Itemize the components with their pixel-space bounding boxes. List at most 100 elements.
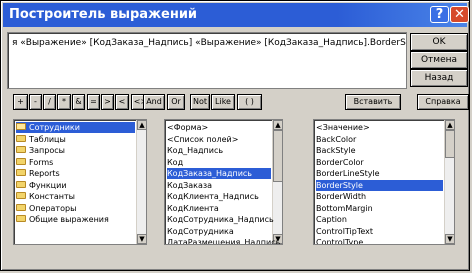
expression-builder-window: Построитель выражений ? ✕ я «Выражение» … (0, 0, 470, 271)
operator-button[interactable]: Like (211, 94, 235, 110)
folder-icon (16, 146, 26, 153)
list-item-label: КодКлиента_Надпись (167, 192, 259, 201)
list-item[interactable]: Общие выражения (16, 214, 135, 225)
list-item[interactable]: ControlTipText (316, 226, 443, 237)
scrollbar[interactable]: ▲ ▼ (136, 120, 146, 244)
list-item[interactable]: КодКлиента_Надпись (167, 191, 271, 202)
list-item-label: Общие выражения (29, 215, 109, 224)
scroll-down-icon[interactable]: ▼ (137, 234, 146, 244)
list-item-label: BorderStyle (316, 180, 363, 190)
list-item[interactable]: BackStyle (316, 145, 443, 156)
list-item-label: Запросы (29, 146, 65, 155)
list-item-label: Код (167, 157, 184, 167)
scroll-thumb[interactable] (445, 130, 454, 158)
list-item-label: BorderColor (316, 157, 364, 167)
list-item[interactable]: Caption (316, 214, 443, 225)
expression-text: я «Выражение» [КодЗаказа_Надпись] «Выраж… (12, 38, 407, 48)
folder-icon (16, 180, 26, 188)
help-button[interactable]: Справка (417, 94, 469, 110)
operator-button[interactable]: < (115, 94, 129, 110)
list-item-label: ControlTipText (316, 226, 374, 236)
list-item[interactable]: BackColor (316, 134, 443, 145)
list-item[interactable]: Таблицы (16, 134, 135, 145)
operator-button[interactable]: & (72, 94, 85, 110)
list-item[interactable]: Константы (16, 191, 135, 202)
list-item[interactable]: <Список полей> (167, 134, 271, 145)
list-item-label: Код_Надпись (167, 146, 224, 155)
list-item[interactable]: BorderLineStyle (316, 168, 443, 179)
list-item-label: КодЗаказа (167, 180, 213, 190)
list-item[interactable]: BorderStyle (316, 179, 443, 191)
list-item[interactable]: КодСотрудника (167, 226, 271, 237)
list-item[interactable]: <Значение> (316, 122, 443, 133)
list-item[interactable]: Сотрудники (16, 122, 135, 133)
list-item[interactable]: Код (167, 157, 271, 168)
back-button[interactable]: Назад (410, 69, 468, 87)
operator-button[interactable]: - (29, 94, 42, 110)
list-item-label: КодСотрудника (167, 226, 234, 236)
list-item[interactable]: КодЗаказа (167, 180, 271, 191)
list-item-label: Сотрудники (29, 123, 80, 132)
list-item[interactable]: Reports (16, 168, 135, 179)
list-item-label: ControlType (316, 238, 364, 245)
list-item[interactable]: ControlType (316, 237, 443, 245)
operator-button[interactable]: * (57, 94, 71, 110)
operator-button[interactable]: Or (167, 94, 185, 110)
list-item[interactable]: Операторы (16, 203, 135, 214)
list-item-label: BackColor (316, 134, 357, 144)
scroll-down-icon[interactable]: ▼ (445, 234, 454, 244)
help-icon[interactable]: ? (430, 6, 449, 23)
list-item-label: <Список полей> (167, 134, 239, 144)
folder-icon (16, 123, 26, 130)
operator-button[interactable]: / (43, 94, 56, 110)
list-item-label: Forms (29, 157, 54, 167)
list-item[interactable]: ДатаРазмещения_Надпись (167, 237, 280, 244)
list-item-label: Операторы (29, 203, 77, 213)
list-item[interactable]: Функции (16, 180, 135, 191)
operator-button[interactable]: + (13, 94, 28, 110)
operator-button[interactable]: > (101, 94, 114, 110)
folder-icon (16, 134, 26, 142)
folder-icon (16, 192, 26, 199)
operator-button[interactable]: = (87, 94, 100, 110)
list-item[interactable]: BorderWidth (316, 191, 443, 202)
scroll-thumb[interactable] (273, 130, 282, 182)
paste-button[interactable]: Вставить (345, 94, 401, 110)
list-item-label: Reports (29, 169, 60, 178)
list-item-label: КодКлиента (167, 203, 219, 213)
operator-button[interactable]: Not (190, 94, 210, 110)
list-item-label: Таблицы (29, 134, 66, 144)
folder-icon (16, 157, 26, 165)
list-item[interactable]: Код_Надпись (167, 145, 271, 156)
elements-list[interactable]: ▲ ▼ <Форма> <Список полей> Код_Надпись Код К… (164, 119, 283, 245)
operator-button[interactable]: ( ) (237, 94, 262, 110)
object-folders-list[interactable]: ▲ ▼ Сотрудники Таблицы Запросы Forms Reports… (13, 119, 147, 245)
list-item-label: <Значение> (316, 123, 370, 132)
scroll-up-icon[interactable]: ▲ (137, 120, 146, 130)
folder-icon (16, 169, 26, 176)
list-item-label: BottomMargin (316, 203, 373, 213)
list-item[interactable]: КодЗаказа_Надпись (167, 168, 271, 179)
list-item[interactable]: BorderColor (316, 157, 443, 168)
list-item[interactable]: BottomMargin (316, 203, 443, 214)
properties-list[interactable]: ▲ ▼ <Значение> BackColor BackStyle BorderCo… (313, 119, 455, 245)
operator-button[interactable]: And (143, 94, 165, 110)
scroll-up-icon[interactable]: ▲ (273, 120, 282, 130)
cancel-button[interactable]: Отмена (410, 51, 468, 69)
folder-icon (16, 203, 26, 211)
list-item-label: <Форма> (167, 123, 209, 132)
scroll-up-icon[interactable]: ▲ (445, 120, 454, 130)
ok-button[interactable]: OK (410, 33, 468, 51)
list-item[interactable]: Запросы (16, 145, 135, 156)
scrollbar[interactable]: ▲ ▼ (444, 120, 454, 244)
list-item[interactable]: <Форма> (167, 122, 271, 133)
list-item-label: ДатаРазмещения_Надпись (167, 238, 281, 245)
list-item[interactable]: КодСотрудника_Надпись (167, 214, 274, 225)
list-item-label: BorderLineStyle (316, 169, 380, 178)
list-item-label: Функции (29, 180, 67, 190)
close-icon[interactable]: ✕ (450, 6, 469, 23)
scrollbar[interactable]: ▲ ▼ (272, 120, 282, 244)
expression-box[interactable]: я «Выражение» [КодЗаказа_Надпись] «Выраж… (7, 32, 407, 89)
list-item[interactable]: КодКлиента (167, 203, 271, 214)
list-item[interactable]: Forms (16, 157, 135, 168)
